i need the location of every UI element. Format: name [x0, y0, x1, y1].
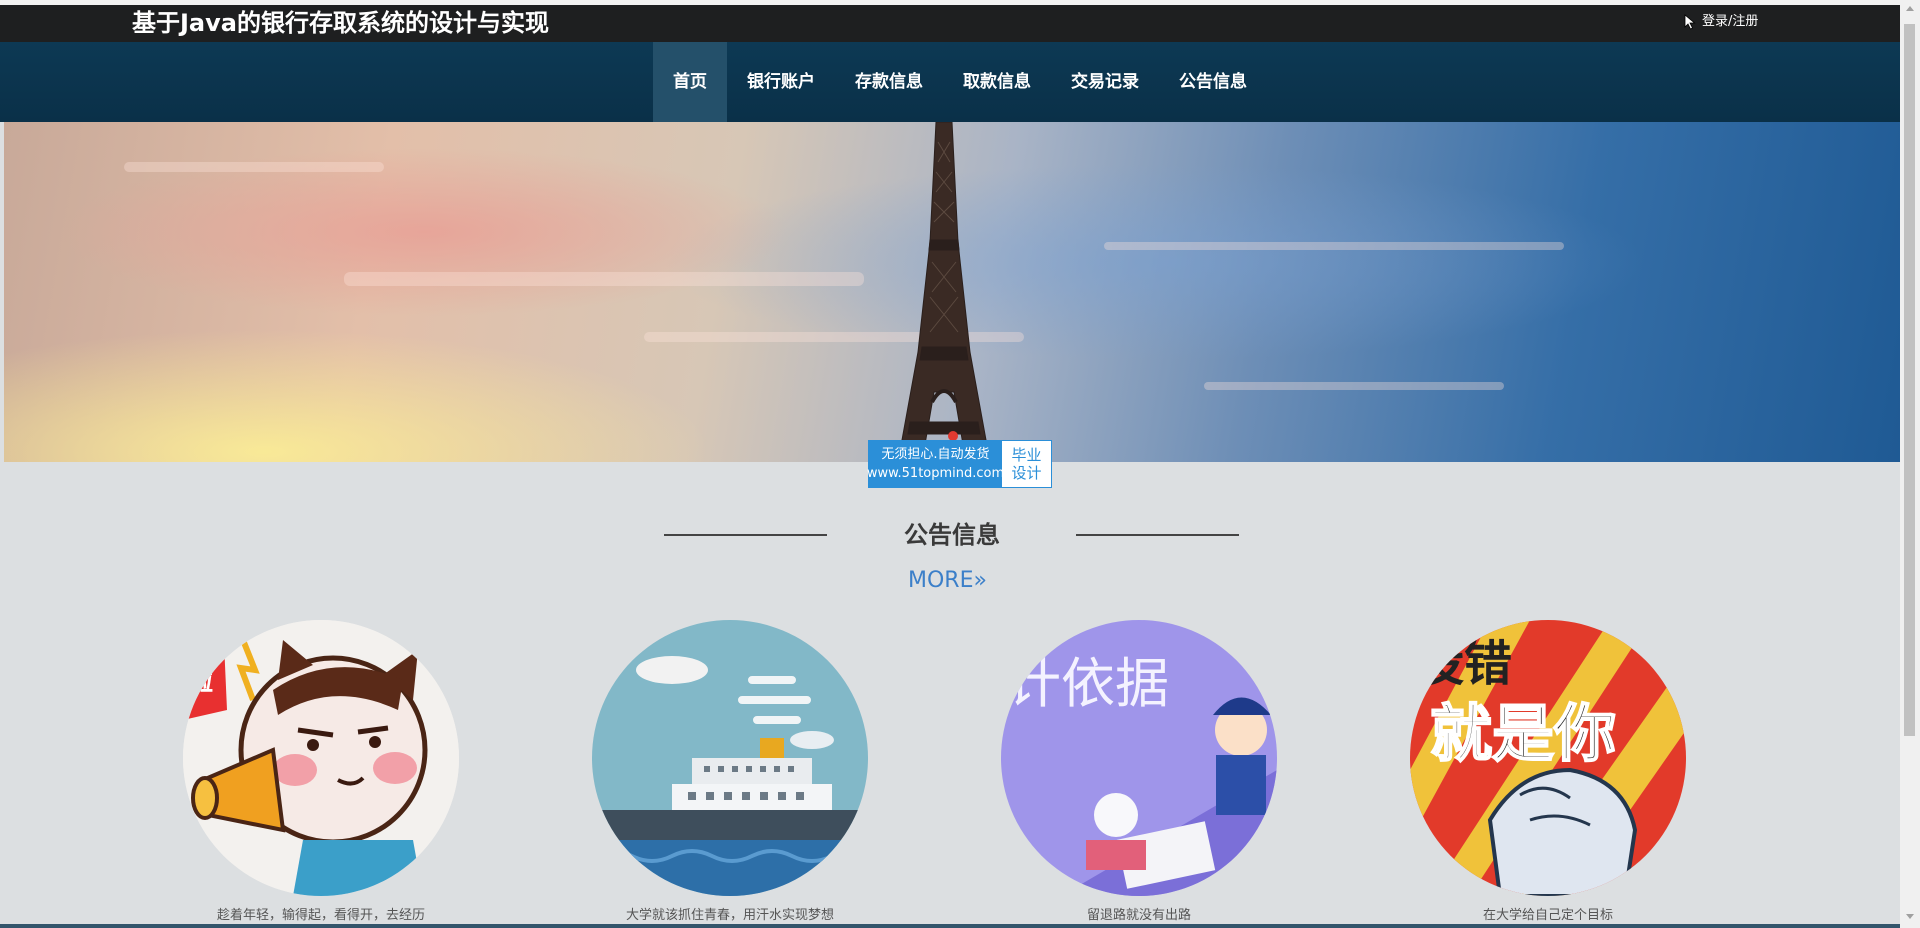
section-title: 公告信息: [904, 521, 1000, 549]
ad-left: 无须担心.自动发货 www.51topmind.com: [866, 441, 1005, 487]
cartoon-ship-image: [592, 620, 868, 896]
card-image: 啦: [183, 620, 459, 896]
nav-item-withdrawal[interactable]: 取款信息: [943, 42, 1051, 122]
announcement-card[interactable]: 没错 就是你 在大学给自己定个目标: [1410, 620, 1686, 923]
nav-item-bank-account[interactable]: 银行账户: [727, 42, 835, 122]
eiffel-tower-image: [897, 122, 991, 462]
nav-items: 首页 银行账户 存款信息 取款信息 交易记录 公告信息: [653, 42, 1267, 122]
banner-cloud: [1104, 242, 1564, 250]
cartoon-officer-image: 计依据: [1001, 620, 1277, 896]
mouse-cursor-icon: [1684, 14, 1696, 30]
banner-cloud: [344, 272, 864, 286]
page-bottom-strip: [0, 924, 1900, 928]
scrollbar-thumb[interactable]: [1904, 24, 1915, 736]
nav-item-home[interactable]: 首页: [653, 42, 727, 122]
banner-cloud: [124, 162, 384, 172]
site-title: 基于Java的银行存取系统的设计与实现: [132, 9, 549, 37]
ad-right-line1: 毕业: [1011, 446, 1042, 464]
svg-text:就是你: 就是你: [1430, 697, 1616, 770]
card-caption: 在大学给自己定个目标: [1482, 908, 1613, 923]
top-bar: 基于Java的银行存取系统的设计与实现 登录/注册: [0, 5, 1900, 42]
card-image: 计依据: [1001, 620, 1277, 896]
svg-text:啦: 啦: [187, 666, 213, 697]
login-register-label: 登录/注册: [1702, 14, 1759, 29]
more-link[interactable]: MORE»: [908, 566, 987, 596]
card-caption: 大学就该抓住青春，用汗水实现梦想: [625, 908, 834, 923]
hero-banner: [4, 122, 1900, 462]
ad-right-line2: 设计: [1011, 464, 1042, 482]
main-nav: 首页 银行账户 存款信息 取款信息 交易记录 公告信息: [0, 42, 1900, 122]
card-image: 没错 就是你: [1410, 620, 1686, 896]
ad-right: 毕业 设计: [1002, 441, 1051, 487]
ad-line1: 无须担心.自动发货: [881, 447, 990, 462]
login-register-link[interactable]: 登录/注册: [1684, 13, 1758, 31]
svg-text:计依据: 计依据: [1007, 652, 1169, 715]
cartoon-megaphone-image: 啦: [183, 620, 459, 896]
section-title-rule-right: [1076, 534, 1239, 536]
card-caption: 趁着年轻，输得起，看得开，去经历: [216, 908, 425, 923]
svg-text:没错: 没错: [1416, 636, 1512, 692]
vertical-scrollbar[interactable]: [1900, 0, 1920, 928]
ad-badge[interactable]: 无须担心.自动发货 www.51topmind.com 毕业 设计: [866, 440, 1052, 488]
banner-cloud: [1204, 382, 1504, 390]
scroll-down-arrow-icon[interactable]: [1906, 914, 1914, 919]
ad-line2: www.51topmind.com: [866, 466, 1005, 481]
nav-item-transactions[interactable]: 交易记录: [1051, 42, 1159, 122]
card-caption: 留退路就没有出路: [1086, 908, 1191, 923]
section-title-rule-left: [664, 534, 827, 536]
announcement-card[interactable]: 大学就该抓住青春，用汗水实现梦想: [592, 620, 868, 923]
scroll-up-arrow-icon[interactable]: [1906, 6, 1914, 11]
nav-item-announcements[interactable]: 公告信息: [1159, 42, 1267, 122]
announcement-card[interactable]: 啦 趁着年轻，输得起，看得开，去经历: [183, 620, 459, 923]
announcement-card[interactable]: 计依据 留退路就没有出路: [1001, 620, 1277, 923]
pointing-hand-poster-image: 没错 就是你: [1410, 620, 1686, 896]
nav-item-deposit[interactable]: 存款信息: [835, 42, 943, 122]
card-image: [592, 620, 868, 896]
